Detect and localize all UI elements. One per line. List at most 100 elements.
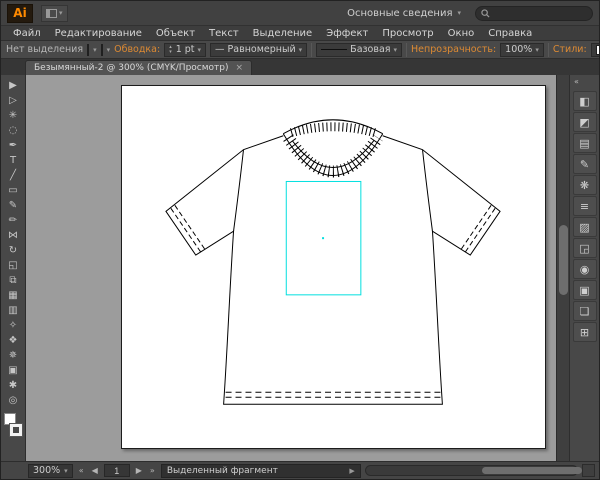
shape-builder-tool-icon[interactable]: ⧉ [3,273,24,288]
scrollbar-corner [582,464,595,477]
stroke-color-swatch[interactable] [101,44,103,56]
horizontal-scrollbar[interactable] [365,465,578,476]
opacity-panel-link[interactable]: Непрозрачность: [411,44,496,55]
workspace-switcher[interactable]: Основные сведения ▾ [341,6,467,21]
status-text: Выделенный фрагмент [167,466,278,476]
vertical-scrollbar[interactable] [556,75,569,461]
selection-status-label: Нет выделения [6,44,83,55]
hand-tool-icon[interactable]: ✱ [3,378,24,393]
menu-effect[interactable]: Эффект [320,27,374,40]
previous-artboard-button[interactable]: ◀ [90,466,100,475]
rectangle-tool-icon[interactable]: ▭ [3,183,24,198]
scale-tool-icon[interactable]: ◱ [3,258,24,273]
menu-edit[interactable]: Редактирование [49,27,148,40]
eyedropper-tool-icon[interactable]: ✧ [3,318,24,333]
style-swatch-dropdown[interactable]: ▾ [591,43,600,57]
next-artboard-button[interactable]: ▶ [134,466,144,475]
fill-color-swatch[interactable] [87,44,89,56]
menu-select[interactable]: Выделение [247,27,319,40]
stroke-width-value[interactable]: 1 pt [176,44,195,55]
stroke-panel-icon[interactable]: ≡ [573,196,597,216]
type-tool-icon[interactable]: T [3,153,24,168]
symbol-sprayer-tool-icon[interactable]: ✵ [3,348,24,363]
status-display[interactable]: Выделенный фрагмент ▶ [161,464,361,478]
chevron-down-icon: ▾ [394,46,398,54]
close-icon[interactable]: × [236,63,244,73]
chevron-down-icon: ▾ [535,46,539,54]
stroke-width-stepper[interactable]: ▴▾ 1 pt ▾ [164,43,206,57]
arrange-documents-button[interactable]: ▾ [41,5,68,22]
layers-panel-icon[interactable]: ❏ [573,301,597,321]
mesh-tool-icon[interactable]: ▦ [3,288,24,303]
zoom-tool-icon[interactable]: ◎ [3,393,24,408]
menu-view[interactable]: Просмотр [376,27,439,40]
profile-line-icon: — [215,44,225,55]
lasso-tool-icon[interactable]: ◌ [3,123,24,138]
chevron-down-icon[interactable]: ▾ [198,46,202,54]
transparency-panel-icon[interactable]: ◲ [573,238,597,258]
vertical-scrollbar-thumb[interactable] [559,225,568,295]
first-artboard-button[interactable]: « [77,466,86,475]
status-bar: 300% ▾ « ◀ ▶ » Выделенный фрагмент ▶ [1,461,599,479]
artboard-number-field[interactable] [104,464,130,477]
opacity-value: 100% [505,44,532,55]
paintbrush-tool-icon[interactable]: ✎ [3,198,24,213]
expand-panels-icon[interactable]: « [570,77,599,90]
symbols-panel-icon[interactable]: ❋ [573,175,597,195]
brush-stroke-preview-icon [321,49,347,50]
search-box[interactable] [475,6,593,21]
document-tab-bar: Безымянный-2 @ 300% (CMYK/Просмотр) × [1,59,599,75]
menu-object[interactable]: Объект [150,27,201,40]
pencil-tool-icon[interactable]: ✏ [3,213,24,228]
swatches-panel-icon[interactable]: ▤ [573,133,597,153]
menu-help[interactable]: Справка [482,27,538,40]
last-artboard-button[interactable]: » [148,466,157,475]
menu-window[interactable]: Окно [442,27,481,40]
zoom-level-value: 300% [33,465,60,476]
menu-file[interactable]: Файл [7,27,47,40]
menu-type[interactable]: Текст [203,27,245,40]
brushes-panel-icon[interactable]: ✎ [573,154,597,174]
width-profile-dropdown[interactable]: — Равномерный ▾ [210,43,307,57]
appearance-panel-icon[interactable]: ◉ [573,259,597,279]
direct-selection-tool-icon[interactable]: ▷ [3,93,24,108]
artboard[interactable] [121,85,546,449]
document-title: Безымянный-2 @ 300% (CMYK/Просмотр) [34,63,229,73]
opacity-dropdown[interactable]: 100% ▾ [500,43,544,57]
fill-stroke-indicator[interactable] [2,412,24,446]
search-input[interactable] [494,8,587,18]
rotate-tool-icon[interactable]: ↻ [3,243,24,258]
horizontal-scrollbar-thumb[interactable] [482,467,582,474]
stroke-panel-link[interactable]: Обводка: [114,44,160,55]
gradient-panel-icon[interactable]: ▨ [573,217,597,237]
document-canvas[interactable] [26,75,556,461]
control-bar: Нет выделения ▾ ▾ Обводка: ▴▾ 1 pt ▾ — Р… [1,41,599,59]
selection-tool-icon[interactable]: ▶ [3,78,24,93]
line-segment-tool-icon[interactable]: ╱ [3,168,24,183]
stroke-swatch-icon[interactable] [10,424,22,436]
chevron-down-icon: ▾ [457,9,461,17]
color-guide-panel-icon[interactable]: ◩ [573,112,597,132]
artboards-panel-icon[interactable]: ⊞ [573,322,597,342]
selection-center-point [322,237,324,239]
gradient-tool-icon[interactable]: ▥ [3,303,24,318]
pen-tool-icon[interactable]: ✒ [3,138,24,153]
zoom-level-dropdown[interactable]: 300% ▾ [28,464,73,478]
chevron-down-icon[interactable]: ▾ [107,46,111,54]
blend-tool-icon[interactable]: ❖ [3,333,24,348]
tshirt-drawing [122,86,545,448]
chevron-down-icon[interactable]: ▾ [93,46,97,54]
width-tool-icon[interactable]: ⋈ [3,228,24,243]
styles-panel-link[interactable]: Стили: [553,44,587,55]
stepper-arrows-icon[interactable]: ▴▾ [169,45,172,55]
brush-definition-dropdown[interactable]: Базовая ▾ [316,43,402,57]
status-options-icon[interactable]: ▶ [349,467,354,475]
document-tab[interactable]: Безымянный-2 @ 300% (CMYK/Просмотр) × [25,60,252,75]
illustrator-logo: Ai [7,4,33,23]
color-panel-icon[interactable]: ◧ [573,91,597,111]
graphic-styles-panel-icon[interactable]: ▣ [573,280,597,300]
artboard-tool-icon[interactable]: ▣ [3,363,24,378]
panel-dock: « ◧ ◩ ▤ ✎ ❋ ≡ ▨ ◲ ◉ ▣ ❏ ⊞ [569,75,599,461]
style-swatch-icon [596,45,600,55]
magic-wand-tool-icon[interactable]: ✳ [3,108,24,123]
